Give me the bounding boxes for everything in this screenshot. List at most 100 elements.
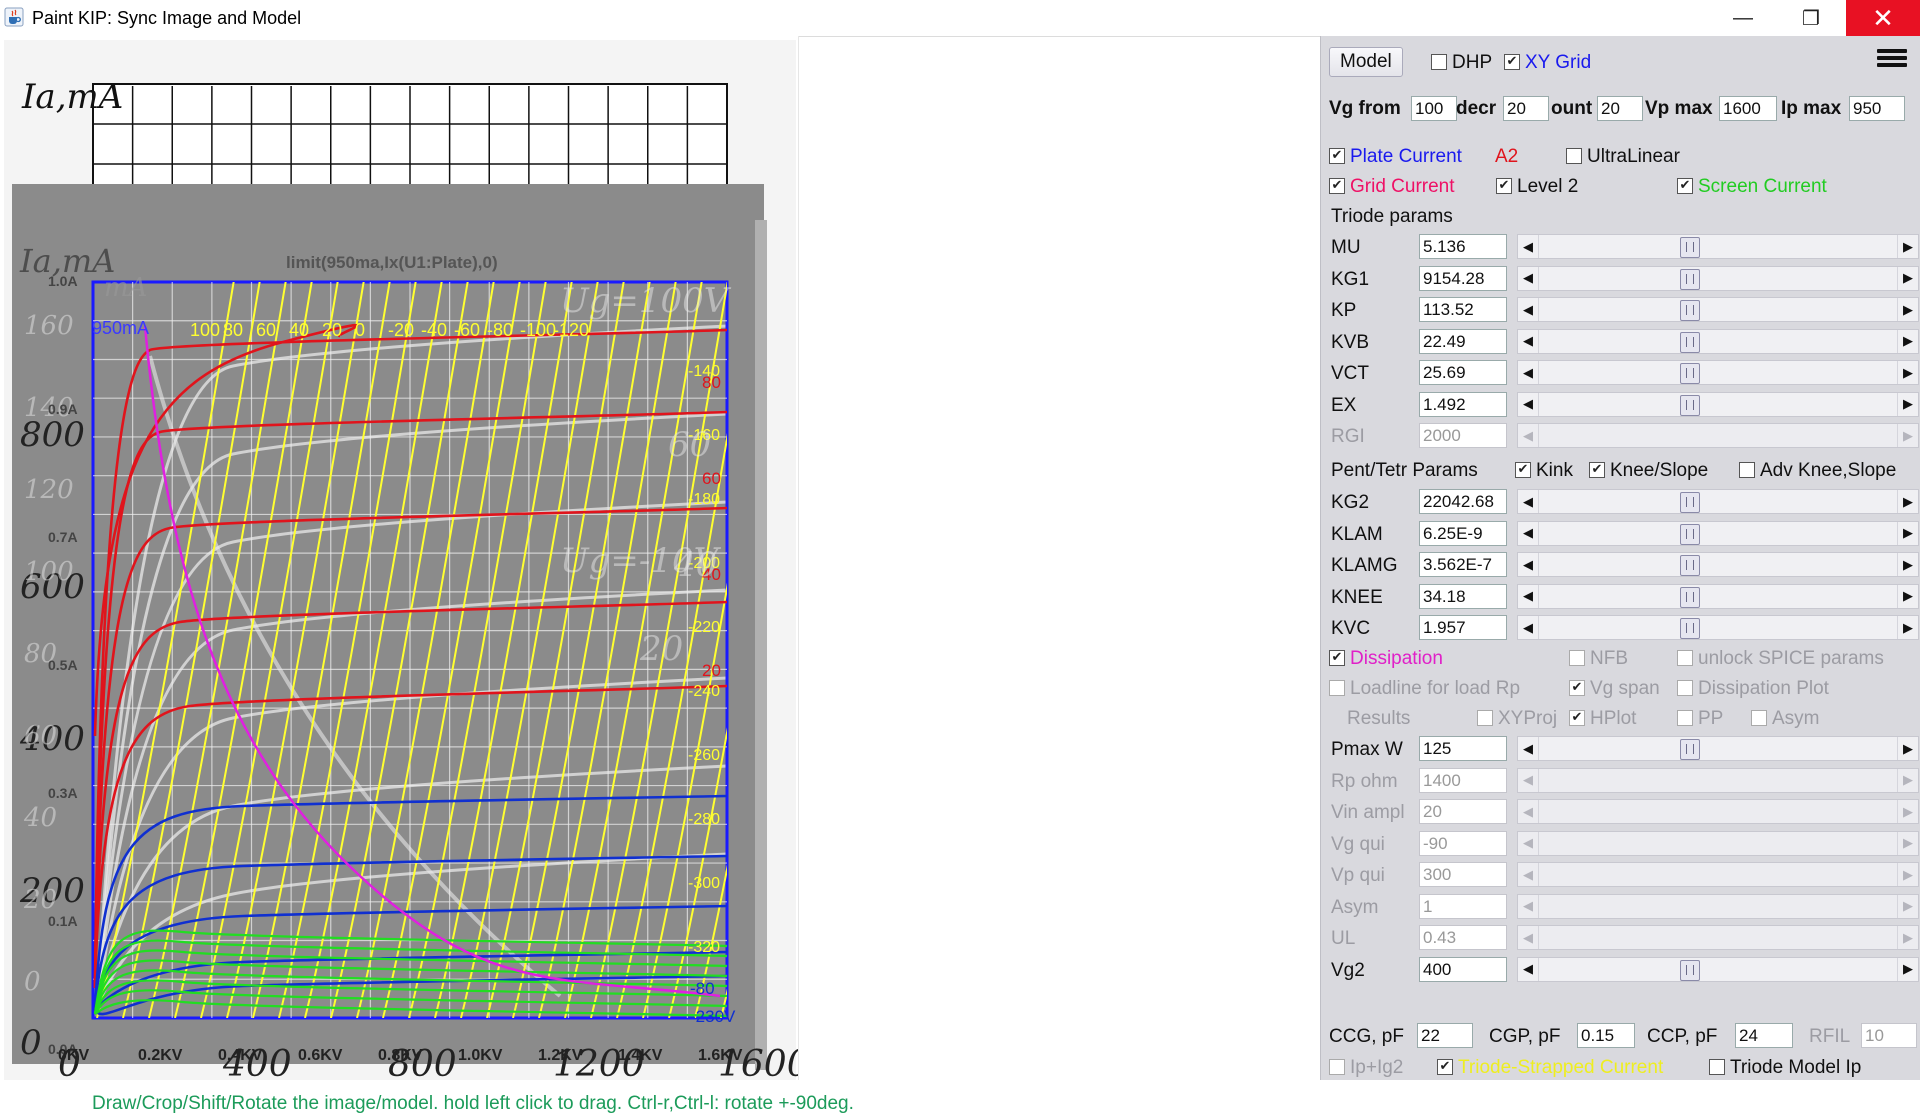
plate-current-checkbox-box[interactable] — [1329, 148, 1345, 164]
param-slider-ex[interactable]: ◀ ▶ — [1517, 391, 1919, 417]
param-input-kvc[interactable]: 1.957 — [1419, 615, 1507, 640]
grid-current-checkbox-box[interactable] — [1329, 178, 1345, 194]
slider-right-arrow-icon[interactable]: ▶ — [1897, 957, 1918, 981]
param-slider-rgi[interactable]: ◀ ▶ — [1517, 423, 1919, 448]
slider-thumb[interactable] — [1680, 237, 1700, 258]
param-input-vin-ampl[interactable]: 20 — [1419, 799, 1507, 824]
slider-left-arrow-icon[interactable]: ◀ — [1518, 521, 1539, 545]
level2-checkbox-box[interactable] — [1496, 178, 1512, 194]
slider-right-arrow-icon[interactable]: ▶ — [1897, 266, 1918, 290]
triode-model-checkbox-box[interactable] — [1709, 1059, 1725, 1075]
slider-thumb[interactable] — [1680, 739, 1700, 760]
adv-knee-checkbox-box[interactable] — [1739, 462, 1755, 478]
rfil-input[interactable]: 10 — [1861, 1023, 1917, 1048]
ultralinear-checkbox-box[interactable] — [1566, 148, 1582, 164]
plot-canvas[interactable]: 100 80 60 40 20 0 -20 -40 -60 -80 -100 -120 800 600 40… — [0, 36, 854, 1114]
param-input-rgi[interactable]: 2000 — [1419, 423, 1507, 448]
param-slider-vp-qui[interactable]: ◀ ▶ — [1517, 862, 1919, 887]
slider-thumb[interactable] — [1680, 268, 1700, 290]
slider-left-arrow-icon[interactable]: ◀ — [1518, 616, 1539, 639]
triode-model-checkbox[interactable]: Triode Model Ip — [1709, 1057, 1861, 1079]
slider-left-arrow-icon[interactable]: ◀ — [1518, 392, 1539, 416]
slider-right-arrow-icon[interactable]: ▶ — [1897, 894, 1918, 918]
slider-thumb[interactable] — [1680, 586, 1700, 608]
dissipation-checkbox[interactable]: Dissipation — [1329, 648, 1443, 670]
slider-left-arrow-icon[interactable]: ◀ — [1518, 361, 1539, 384]
slider-left-arrow-icon[interactable]: ◀ — [1518, 266, 1539, 290]
asym-checkbox[interactable]: Asym — [1751, 708, 1820, 730]
param-input-vct[interactable]: 25.69 — [1419, 360, 1507, 385]
param-slider-vct[interactable]: ◀ ▶ — [1517, 360, 1919, 385]
model-button[interactable]: Model — [1329, 47, 1403, 77]
ip-ig2-checkbox[interactable]: Ip+Ig2 — [1329, 1057, 1403, 1079]
minimize-button[interactable]: — — [1710, 0, 1776, 36]
param-slider-vg2[interactable]: ◀ ▶ — [1517, 956, 1919, 982]
close-button[interactable]: ✕ — [1846, 0, 1920, 36]
slider-thumb[interactable] — [1680, 363, 1700, 384]
xyproj-checkbox-box[interactable] — [1477, 710, 1493, 726]
slider-left-arrow-icon[interactable]: ◀ — [1518, 298, 1539, 321]
slider-thumb[interactable] — [1680, 394, 1700, 416]
slider-right-arrow-icon[interactable]: ▶ — [1897, 490, 1918, 513]
slider-left-arrow-icon[interactable]: ◀ — [1518, 584, 1539, 608]
level2-checkbox[interactable]: Level 2 — [1496, 176, 1578, 198]
hplot-checkbox[interactable]: HPlot — [1569, 708, 1636, 730]
slider-right-arrow-icon[interactable]: ▶ — [1897, 553, 1918, 576]
unlock-spice-checkbox-box[interactable] — [1677, 650, 1693, 666]
slider-right-arrow-icon[interactable]: ▶ — [1897, 863, 1918, 886]
param-slider-vg-qui[interactable]: ◀ ▶ — [1517, 830, 1919, 856]
vp-max-input[interactable]: 1600 — [1719, 96, 1777, 121]
param-slider-pmax-w[interactable]: ◀ ▶ — [1517, 736, 1919, 761]
slider-thumb[interactable] — [1680, 523, 1700, 545]
slider-thumb[interactable] — [1680, 300, 1700, 321]
slider-right-arrow-icon[interactable]: ▶ — [1897, 298, 1918, 321]
slider-left-arrow-icon[interactable]: ◀ — [1518, 235, 1539, 258]
slider-thumb[interactable] — [1680, 959, 1700, 981]
slider-thumb[interactable] — [1680, 331, 1700, 353]
dissipation-plot-checkbox[interactable]: Dissipation Plot — [1677, 678, 1829, 700]
slider-thumb[interactable] — [1680, 492, 1700, 513]
param-slider-klamg[interactable]: ◀ ▶ — [1517, 552, 1919, 577]
ccp-input[interactable]: 24 — [1735, 1023, 1793, 1048]
param-input-klam[interactable]: 6.25E-9 — [1419, 520, 1507, 546]
param-input-asym[interactable]: 1 — [1419, 893, 1507, 919]
vg-span-checkbox[interactable]: Vg span — [1569, 678, 1660, 700]
slider-right-arrow-icon[interactable]: ▶ — [1897, 616, 1918, 639]
param-slider-vin-ampl[interactable]: ◀ ▶ — [1517, 799, 1919, 824]
nfb-checkbox[interactable]: NFB — [1569, 648, 1628, 670]
menu-icon[interactable] — [1877, 46, 1907, 72]
nfb-checkbox-box[interactable] — [1569, 650, 1585, 666]
param-input-rp-ohm[interactable]: 1400 — [1419, 767, 1507, 793]
param-input-knee[interactable]: 34.18 — [1419, 583, 1507, 609]
slider-left-arrow-icon[interactable]: ◀ — [1518, 490, 1539, 513]
slider-right-arrow-icon[interactable]: ▶ — [1897, 392, 1918, 416]
plate-current-checkbox[interactable]: Plate Current — [1329, 146, 1462, 168]
slider-right-arrow-icon[interactable]: ▶ — [1897, 768, 1918, 792]
kink-checkbox[interactable]: Kink — [1515, 460, 1573, 482]
param-input-vg2[interactable]: 400 — [1419, 956, 1507, 982]
slider-left-arrow-icon[interactable]: ◀ — [1518, 329, 1539, 353]
slider-left-arrow-icon[interactable]: ◀ — [1518, 800, 1539, 823]
param-slider-klam[interactable]: ◀ ▶ — [1517, 520, 1919, 546]
grid-current-checkbox[interactable]: Grid Current — [1329, 176, 1455, 198]
slider-right-arrow-icon[interactable]: ▶ — [1897, 235, 1918, 258]
slider-right-arrow-icon[interactable]: ▶ — [1897, 361, 1918, 384]
param-input-kg2[interactable]: 22042.68 — [1419, 489, 1507, 514]
param-slider-knee[interactable]: ◀ ▶ — [1517, 583, 1919, 609]
param-slider-kp[interactable]: ◀ ▶ — [1517, 297, 1919, 322]
slider-right-arrow-icon[interactable]: ▶ — [1897, 800, 1918, 823]
kink-checkbox-box[interactable] — [1515, 462, 1531, 478]
slider-left-arrow-icon[interactable]: ◀ — [1518, 863, 1539, 886]
param-slider-kvc[interactable]: ◀ ▶ — [1517, 615, 1919, 640]
param-input-kvb[interactable]: 22.49 — [1419, 328, 1507, 354]
slider-left-arrow-icon[interactable]: ◀ — [1518, 926, 1539, 949]
unlock-spice-checkbox[interactable]: unlock SPICE params — [1677, 648, 1884, 670]
triode-strapped-checkbox-box[interactable] — [1437, 1059, 1453, 1075]
slider-right-arrow-icon[interactable]: ▶ — [1897, 584, 1918, 608]
knee-slope-checkbox[interactable]: Knee/Slope — [1589, 460, 1708, 482]
decr-input[interactable]: 20 — [1503, 96, 1549, 121]
adv-knee-checkbox[interactable]: Adv Knee,Slope — [1739, 460, 1896, 482]
param-slider-rp-ohm[interactable]: ◀ ▶ — [1517, 767, 1919, 793]
slider-left-arrow-icon[interactable]: ◀ — [1518, 894, 1539, 918]
screen-current-checkbox-box[interactable] — [1677, 178, 1693, 194]
